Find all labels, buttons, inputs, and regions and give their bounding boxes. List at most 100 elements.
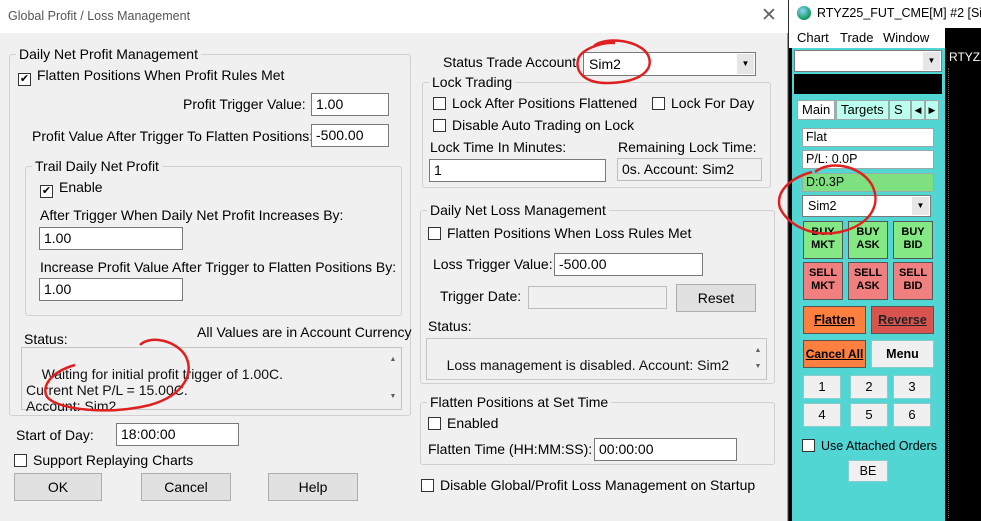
sell-ask-line2: ASK — [856, 280, 880, 292]
lock-group-title: Lock Trading — [429, 74, 516, 90]
buy-mkt-line2: MKT — [811, 239, 835, 251]
buy-ask-line2: ASK — [856, 239, 880, 251]
scrollbar[interactable]: ▲ ▼ — [751, 340, 765, 378]
trigger-date-input — [528, 286, 667, 309]
lock-minutes-label: Lock Time In Minutes: — [430, 139, 567, 155]
profit-group-title: Daily Net Profit Management — [16, 46, 201, 62]
qty-button-3[interactable]: 3 — [893, 375, 931, 399]
start-of-day-input[interactable]: 18:00:00 — [116, 423, 239, 446]
scroll-up-icon[interactable]: ▲ — [751, 343, 765, 359]
flatten-time-label: Flatten Time (HH:MM:SS): — [428, 441, 593, 457]
flatten-button[interactable]: Flatten — [803, 306, 866, 334]
disable-on-startup-checkbox[interactable]: Disable Global/Profit Loss Management on… — [421, 477, 755, 493]
qty-button-5[interactable]: 5 — [850, 403, 888, 427]
reset-button[interactable]: Reset — [676, 284, 756, 312]
trigger-date-label: Trigger Date: — [440, 288, 522, 304]
chevron-right-icon[interactable]: ▶ — [925, 100, 939, 120]
trade-account-value: Sim2 — [808, 199, 837, 213]
scrollbar[interactable]: ▲ ▼ — [386, 349, 400, 408]
reverse-button[interactable]: Reverse — [871, 306, 934, 334]
trail-enable-checkbox[interactable]: ✔ Enable — [40, 179, 103, 198]
sell-ask-button[interactable]: SELL ASK — [848, 262, 888, 300]
use-attached-orders-checkbox[interactable]: Use Attached Orders — [802, 438, 937, 454]
flatten-on-profit-label: Flatten Positions When Profit Rules Met — [37, 67, 285, 83]
status-account-select[interactable]: Sim2 ▼ — [583, 52, 756, 76]
chevron-down-icon[interactable]: ▼ — [737, 54, 754, 74]
chart-area[interactable]: RTYZ2 — [945, 48, 981, 521]
scroll-down-icon[interactable]: ▼ — [386, 389, 400, 405]
use-attached-orders-label: Use Attached Orders — [821, 439, 938, 453]
qty-button-4[interactable]: 4 — [803, 403, 841, 427]
scroll-down-icon[interactable]: ▼ — [751, 359, 765, 375]
trade-window-title: RTYZ25_FUT_CME[M] #2 [Sim] — [817, 6, 981, 20]
disable-on-startup-label: Disable Global/Profit Loss Management on… — [440, 477, 756, 493]
trail-increase-after-input[interactable]: 1.00 — [39, 278, 183, 301]
tab-s[interactable]: S — [889, 100, 911, 120]
trade-account-select[interactable]: Sim2 ▼ — [802, 195, 931, 217]
pl-display: P/L: 0.0P — [802, 150, 934, 169]
buy-ask-line1: BUY — [856, 226, 880, 238]
loss-status-label: Status: — [428, 318, 472, 334]
dialog-title: Global Profit / Loss Management — [8, 9, 191, 23]
flatten-on-loss-checkbox[interactable]: Flatten Positions When Loss Rules Met — [428, 225, 691, 241]
chevron-down-icon[interactable]: ▼ — [923, 52, 940, 70]
tab-targets[interactable]: Targets — [836, 100, 889, 120]
chevron-down-icon[interactable]: ▼ — [912, 197, 929, 215]
close-icon[interactable]: ✕ — [757, 4, 781, 28]
profit-after-trigger-input[interactable]: -500.00 — [311, 124, 389, 147]
trail-group-title: Trail Daily Net Profit — [32, 158, 162, 174]
qty-button-1[interactable]: 1 — [803, 375, 841, 399]
checkbox-box — [433, 97, 446, 110]
checkbox-box — [14, 454, 27, 467]
lock-after-flattened-checkbox[interactable]: Lock After Positions Flattened — [433, 95, 637, 111]
currency-note: All Values are in Account Currency — [197, 324, 412, 340]
menu-window[interactable]: Window — [883, 30, 929, 45]
flatten-on-profit-checkbox[interactable]: ✔ Flatten Positions When Profit Rules Met — [18, 67, 284, 86]
support-replay-checkbox[interactable]: Support Replaying Charts — [14, 452, 193, 468]
sell-bid-line1: SELL — [898, 267, 928, 279]
buy-bid-line1: BUY — [901, 226, 925, 238]
sell-mkt-line2: MKT — [811, 280, 835, 292]
loss-status-box[interactable]: Loss management is disabled. Account: Si… — [426, 338, 767, 380]
loss-trigger-input[interactable]: -500.00 — [554, 253, 703, 276]
buy-ask-button[interactable]: BUY ASK — [848, 221, 888, 259]
scroll-up-icon[interactable]: ▲ — [386, 352, 400, 368]
cancel-all-button[interactable]: Cancel All — [803, 340, 866, 368]
ok-button[interactable]: OK — [14, 473, 102, 501]
buy-bid-line2: BID — [903, 239, 923, 251]
sell-mkt-button[interactable]: SELL MKT — [803, 262, 843, 300]
qty-button-2[interactable]: 2 — [850, 375, 888, 399]
status-account-value: Sim2 — [589, 56, 621, 72]
menu-trade[interactable]: Trade — [840, 30, 873, 45]
be-button[interactable]: BE — [848, 460, 888, 482]
sell-bid-button[interactable]: SELL BID — [893, 262, 933, 300]
qty-button-6[interactable]: 6 — [893, 403, 931, 427]
menu-chart[interactable]: Chart — [797, 30, 829, 45]
globe-icon — [797, 6, 811, 20]
help-button[interactable]: Help — [268, 473, 358, 501]
disable-auto-trading-checkbox[interactable]: Disable Auto Trading on Lock — [433, 117, 634, 133]
dialog-titlebar: Global Profit / Loss Management ✕ — [0, 0, 788, 33]
checkbox-box — [428, 417, 441, 430]
cancel-button[interactable]: Cancel — [141, 473, 231, 501]
trade-window-titlebar: RTYZ25_FUT_CME[M] #2 [Sim] — [789, 0, 981, 28]
profit-trigger-input[interactable]: 1.00 — [311, 93, 389, 116]
lock-minutes-input[interactable]: 1 — [429, 159, 606, 182]
trade-top-select[interactable]: ▼ — [794, 50, 942, 72]
chevron-left-icon[interactable]: ◀ — [911, 100, 925, 120]
trail-increase-input[interactable]: 1.00 — [39, 227, 183, 250]
buy-bid-button[interactable]: BUY BID — [893, 221, 933, 259]
profit-status-label: Status: — [24, 331, 68, 347]
menu-button[interactable]: Menu — [871, 340, 934, 368]
tab-main[interactable]: Main — [797, 100, 836, 120]
lock-for-day-checkbox[interactable]: Lock For Day — [652, 95, 754, 111]
chart-gridline — [948, 68, 949, 518]
lock-for-day-label: Lock For Day — [671, 95, 755, 111]
flatten-time-enabled-checkbox[interactable]: Enabled — [428, 415, 498, 431]
flatten-time-input[interactable]: 00:00:00 — [594, 438, 737, 461]
checkbox-box — [433, 119, 446, 132]
profit-status-box[interactable]: Waiting for initial profit trigger of 1.… — [21, 347, 402, 414]
lock-after-flattened-label: Lock After Positions Flattened — [452, 95, 638, 111]
buy-mkt-button[interactable]: BUY MKT — [803, 221, 843, 259]
checkbox-box — [421, 479, 434, 492]
